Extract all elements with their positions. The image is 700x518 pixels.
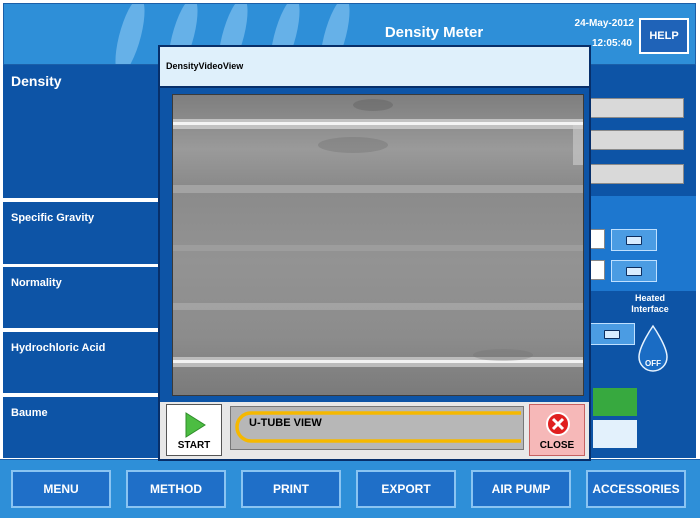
normality-label: Normality — [11, 277, 62, 289]
keyboard-icon — [626, 266, 642, 276]
app-title: Density Meter — [384, 24, 484, 41]
keyboard-icon — [604, 329, 620, 339]
density-value-field-3 — [590, 164, 684, 184]
u-tube-video-image — [173, 95, 583, 395]
start-button[interactable]: START — [166, 404, 222, 456]
baume-panel: Baume — [3, 397, 158, 458]
hydrochloric-acid-label: Hydrochloric Acid — [11, 342, 106, 354]
print-button[interactable]: PRINT — [241, 470, 341, 508]
close-button[interactable]: CLOSE — [529, 404, 585, 456]
density-panel: Density — [3, 65, 158, 198]
heated-interface-label: Heated Interface — [631, 293, 669, 314]
dialog-title-bar[interactable]: DensityVideoView — [160, 47, 589, 88]
help-button[interactable]: HELP — [639, 18, 689, 54]
specific-gravity-panel: Specific Gravity — [3, 202, 158, 264]
specific-gravity-keyboard-button[interactable] — [611, 229, 657, 251]
density-label: Density — [11, 73, 62, 89]
accessories-button[interactable]: ACCESSORIES — [586, 470, 686, 508]
menu-button[interactable]: MENU — [11, 470, 111, 508]
specific-gravity-label: Specific Gravity — [11, 212, 95, 224]
footer-bar: MENU METHOD PRINT EXPORT AIR PUMP ACCESS… — [0, 459, 700, 518]
density-value-field-2 — [590, 130, 684, 150]
dialog-title: DensityVideoView — [166, 61, 244, 71]
dialog-toolbar: START U-TUBE VIEW CLOSE — [160, 402, 589, 459]
density-value-field-1 — [590, 98, 684, 118]
close-x-icon — [546, 412, 570, 436]
video-feed — [172, 94, 584, 396]
hydrochloric-acid-panel: Hydrochloric Acid — [3, 332, 158, 393]
header-wave-decoration — [109, 4, 151, 64]
date-display: 24-May-2012 — [574, 18, 634, 29]
normality-keyboard-button[interactable] — [611, 260, 657, 282]
u-tube-view-label: U-TUBE VIEW — [249, 417, 322, 429]
keyboard-icon — [626, 235, 642, 245]
water-drop-icon[interactable]: OFF — [636, 324, 670, 374]
hydrochloric-keyboard-button[interactable] — [589, 323, 635, 345]
export-button[interactable]: EXPORT — [356, 470, 456, 508]
play-triangle-icon — [185, 412, 206, 438]
u-tube-shape-icon — [235, 411, 521, 443]
start-label: START — [177, 440, 211, 451]
normality-input[interactable] — [590, 260, 605, 280]
specific-gravity-input[interactable] — [590, 229, 605, 249]
close-label: CLOSE — [539, 440, 575, 451]
air-pump-button[interactable]: AIR PUMP — [471, 470, 571, 508]
status-indicator-green — [593, 388, 637, 416]
normality-panel: Normality — [3, 267, 158, 328]
status-indicator-field — [593, 420, 637, 448]
video-view-dialog: DensityVideoView START U-TUBE VIEW CLOSE — [158, 45, 591, 461]
method-button[interactable]: METHOD — [126, 470, 226, 508]
heater-status-text: OFF — [645, 359, 661, 368]
baume-label: Baume — [11, 407, 48, 419]
u-tube-view-panel: U-TUBE VIEW — [230, 406, 524, 450]
